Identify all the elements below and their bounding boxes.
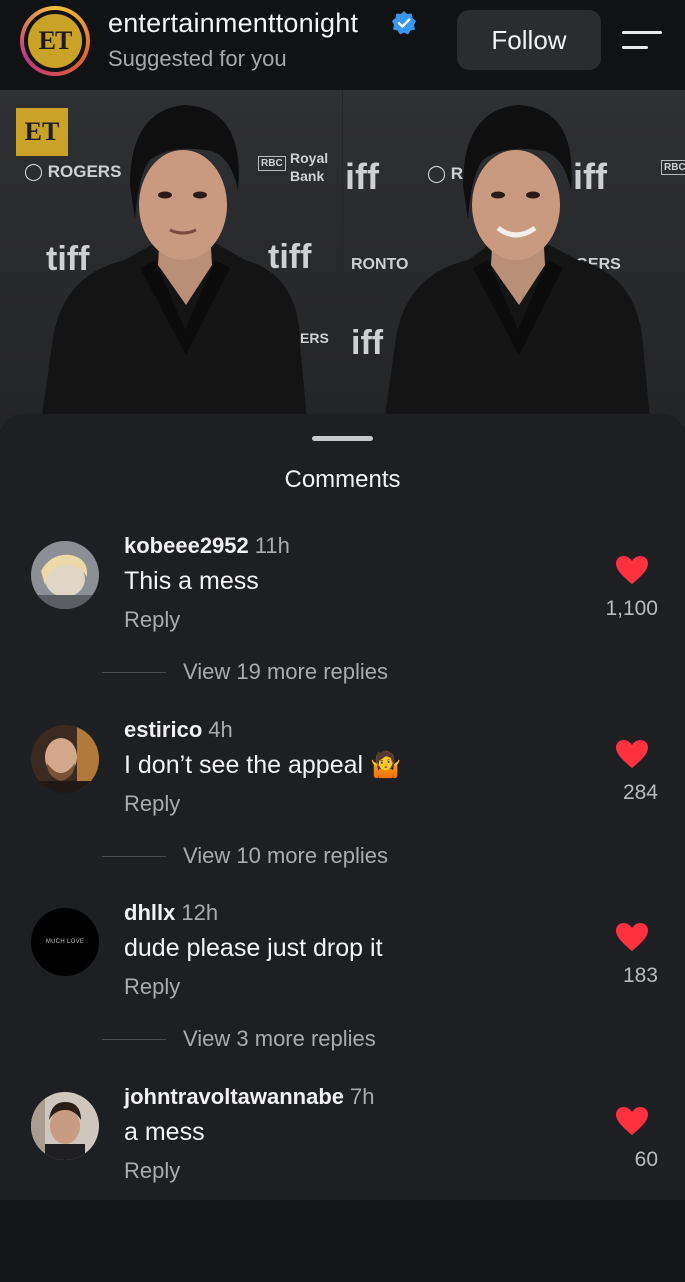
divider (102, 855, 166, 857)
et-logo: ET (28, 14, 82, 68)
comment-username[interactable]: estirico 4h (124, 717, 233, 743)
avatar-text: MUCH LOVE (45, 939, 85, 945)
reply-button[interactable]: Reply (124, 791, 180, 817)
avatar[interactable] (31, 725, 99, 793)
comment-text: I don’t see the appeal 🤷 (124, 751, 402, 779)
comment-text: a mess (124, 1118, 205, 1146)
suggested-label: Suggested for you (108, 46, 287, 71)
view-replies-label: View 3 more replies (183, 1026, 376, 1051)
comment-time: 4h (208, 717, 233, 742)
comment-username[interactable]: johntravoltawannabe 7h (124, 1084, 375, 1110)
comment-time: 12h (181, 900, 219, 925)
like-count: 1,100 (605, 597, 658, 620)
reply-button[interactable]: Reply (124, 1158, 180, 1184)
reply-button[interactable]: Reply (124, 974, 180, 1000)
reply-button[interactable]: Reply (124, 607, 180, 633)
like-count: 60 (634, 1148, 658, 1171)
heart-icon[interactable] (615, 1106, 649, 1136)
avatar[interactable] (31, 1092, 99, 1160)
comment-item: estirico 4h I don’t see the appeal 🤷 Repl… (0, 717, 685, 915)
comments-sheet: Comments kobeee2952 11h This a mess Reply… (0, 414, 685, 1200)
post-header: ET entertainmenttonight Suggested for yo… (0, 0, 685, 90)
comment-text: This a mess (124, 567, 259, 595)
menu-icon[interactable] (622, 28, 662, 54)
person-silhouette-left (40, 105, 308, 430)
account-avatar[interactable]: ET (20, 6, 90, 76)
comment-username[interactable]: dhllx 12h (124, 900, 218, 926)
like-count: 183 (622, 964, 658, 987)
heart-icon[interactable] (615, 555, 649, 585)
view-replies-label: View 19 more replies (183, 659, 389, 684)
comment-item: MUCH LOVE dhllx 12h dude please just drop… (0, 900, 685, 1098)
post-media[interactable]: ET ◯ ROGERS tiff Royal Bank RBC tiff ERS… (0, 90, 685, 430)
comment-username[interactable]: kobeee2952 11h (124, 533, 290, 559)
view-replies-button[interactable]: View 10 more replies (102, 841, 388, 871)
heart-icon[interactable] (615, 739, 649, 769)
like-count: 284 (622, 781, 658, 804)
view-replies-label: View 10 more replies (183, 843, 389, 868)
comments-title: Comments (284, 466, 401, 493)
photo-left: ET ◯ ROGERS tiff Royal Bank RBC tiff ERS (0, 90, 342, 430)
avatar[interactable] (31, 541, 99, 609)
account-name[interactable]: entertainmenttonight (108, 8, 358, 39)
follow-button[interactable]: Follow (457, 10, 601, 70)
comment-item: johntravoltawannabe 7h a mess Reply 60 (0, 1084, 685, 1282)
divider (102, 1038, 166, 1040)
verified-badge-icon (392, 11, 416, 35)
drag-handle[interactable] (312, 436, 373, 441)
person-silhouette-right (383, 105, 651, 430)
divider (102, 671, 166, 673)
view-replies-button[interactable]: View 3 more replies (102, 1024, 376, 1054)
avatar[interactable]: MUCH LOVE (31, 908, 99, 976)
comment-time: 11h (254, 533, 290, 558)
heart-icon[interactable] (615, 922, 649, 952)
comment-time: 7h (350, 1084, 375, 1109)
view-replies-button[interactable]: View 19 more replies (102, 657, 388, 687)
comment-text: dude please just drop it (124, 934, 383, 962)
comment-item: kobeee2952 11h This a mess Reply 1,100 Vi… (0, 533, 685, 731)
photo-right: ◯ R RONTO iff iff iff OGERS RBC (343, 90, 685, 430)
